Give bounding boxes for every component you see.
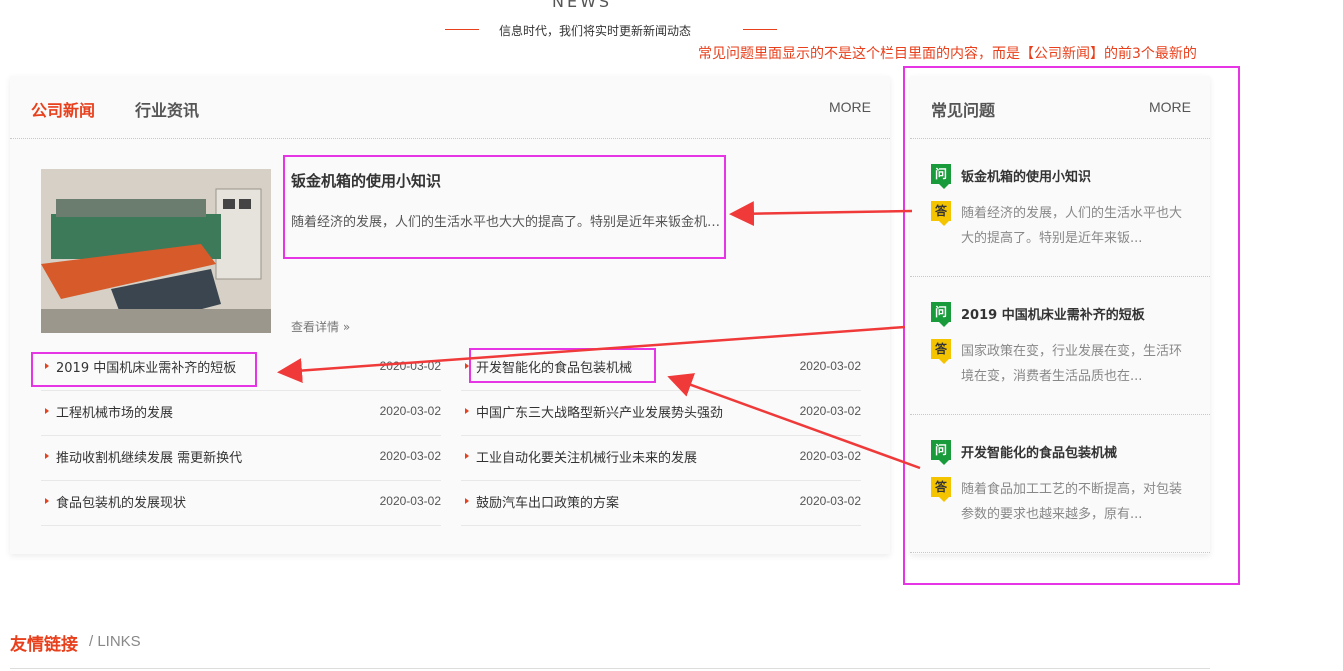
machine-photo-icon: [41, 169, 271, 333]
bullet-triangle-icon: [45, 453, 49, 459]
news-item-title[interactable]: 食品包装机的发展现状: [56, 492, 186, 511]
news-list-item[interactable]: 工程机械市场的发展 2020-03-02: [41, 391, 441, 436]
news-more-link[interactable]: MORE: [829, 99, 871, 115]
faq-item[interactable]: 问 开发智能化的食品包装机械 答 随着食品加工工艺的不断提高，对包装参数的要求也…: [910, 415, 1210, 553]
news-item-date: 2020-03-02: [379, 449, 441, 463]
news-list-item[interactable]: 鼓励汽车出口政策的方案 2020-03-02: [461, 481, 861, 526]
news-item-title[interactable]: 中国广东三大战略型新兴产业发展势头强劲: [476, 402, 723, 421]
bullet-triangle-icon: [45, 363, 49, 369]
news-list-item[interactable]: 中国广东三大战略型新兴产业发展势头强劲 2020-03-02: [461, 391, 861, 436]
news-list-item[interactable]: 开发智能化的食品包装机械 2020-03-02: [461, 346, 861, 391]
news-item-date: 2020-03-02: [799, 449, 861, 463]
featured-news-more-link[interactable]: 查看详情 »: [291, 318, 350, 335]
links-divider: [10, 668, 1210, 669]
bullet-triangle-icon: [45, 408, 49, 414]
bullet-triangle-icon: [465, 363, 469, 369]
bullet-triangle-icon: [465, 408, 469, 414]
faq-item[interactable]: 问 2019 中国机床业需补齐的短板 答 国家政策在变，行业发展在变，生活环境在…: [910, 277, 1210, 415]
news-list-item[interactable]: 推动收割机继续发展 需更新换代 2020-03-02: [41, 436, 441, 481]
bullet-triangle-icon: [465, 453, 469, 459]
question-badge-icon: 问: [931, 440, 951, 465]
tab-company-news[interactable]: 公司新闻: [31, 97, 95, 121]
faq-question[interactable]: 开发智能化的食品包装机械: [961, 442, 1117, 461]
news-header-divider: [10, 138, 890, 139]
news-list-item[interactable]: 2019 中国机床业需补齐的短板 2020-03-02: [41, 346, 441, 391]
answer-badge-icon: 答: [931, 339, 951, 364]
news-item-date: 2020-03-02: [799, 404, 861, 418]
answer-badge-icon: 答: [931, 477, 951, 502]
news-item-title[interactable]: 开发智能化的食品包装机械: [476, 357, 632, 376]
featured-news-desc: 随着经济的发展，人们的生活水平也大大的提高了。特别是近年来钣金机箱的应用越来越广…: [291, 215, 721, 230]
section-subtitle: 信息时代，我们将实时更新新闻动态: [499, 24, 692, 38]
faq-question[interactable]: 钣金机箱的使用小知识: [961, 166, 1091, 185]
faq-title[interactable]: 常见问题: [931, 97, 995, 121]
faq-answer: 随着经济的发展，人们的生活水平也大大的提高了。特别是近年来钣...: [961, 206, 1183, 246]
links-title: 友情链接: [10, 635, 78, 655]
question-badge-icon: 问: [931, 164, 951, 189]
news-item-title[interactable]: 推动收割机继续发展 需更新换代: [56, 447, 242, 466]
faq-more-link[interactable]: MORE: [1149, 99, 1191, 115]
news-item-date: 2020-03-02: [799, 494, 861, 508]
links-subtitle: / LINKS: [89, 633, 141, 650]
faq-item[interactable]: 问 钣金机箱的使用小知识 答 随着经济的发展，人们的生活水平也大大的提高了。特别…: [910, 139, 1210, 277]
news-item-title[interactable]: 2019 中国机床业需补齐的短板: [56, 357, 236, 376]
bullet-triangle-icon: [45, 498, 49, 504]
annotation-note: 常见问题里面显示的不是这个栏目里面的内容，而是【公司新闻】的前3个最新的: [698, 46, 1197, 62]
answer-badge-icon: 答: [931, 201, 951, 226]
faq-answer: 国家政策在变，行业发展在变，生活环境在变，消费者生活品质也在...: [961, 344, 1183, 384]
news-list-item[interactable]: 工业自动化要关注机械行业未来的发展 2020-03-02: [461, 436, 861, 481]
subtitle-line-left: [445, 29, 479, 30]
subtitle-line-right: [743, 29, 777, 30]
section-title-en: NEWS: [552, 0, 613, 11]
question-badge-icon: 问: [931, 302, 951, 327]
news-list-item[interactable]: 食品包装机的发展现状 2020-03-02: [41, 481, 441, 526]
featured-news-title[interactable]: 钣金机箱的使用小知识: [291, 170, 441, 191]
bullet-triangle-icon: [465, 498, 469, 504]
faq-answer: 随着食品加工工艺的不断提高，对包装参数的要求也越来越多，原有...: [961, 482, 1183, 522]
faq-question[interactable]: 2019 中国机床业需补齐的短板: [961, 304, 1145, 323]
news-item-date: 2020-03-02: [379, 359, 441, 373]
news-item-title[interactable]: 鼓励汽车出口政策的方案: [476, 492, 619, 511]
news-item-title[interactable]: 工业自动化要关注机械行业未来的发展: [476, 447, 697, 466]
news-item-title[interactable]: 工程机械市场的发展: [56, 402, 173, 421]
tab-industry-news[interactable]: 行业资讯: [135, 97, 199, 121]
news-item-date: 2020-03-02: [379, 494, 441, 508]
news-item-date: 2020-03-02: [379, 404, 441, 418]
news-item-date: 2020-03-02: [799, 359, 861, 373]
featured-news-image[interactable]: [41, 169, 271, 333]
